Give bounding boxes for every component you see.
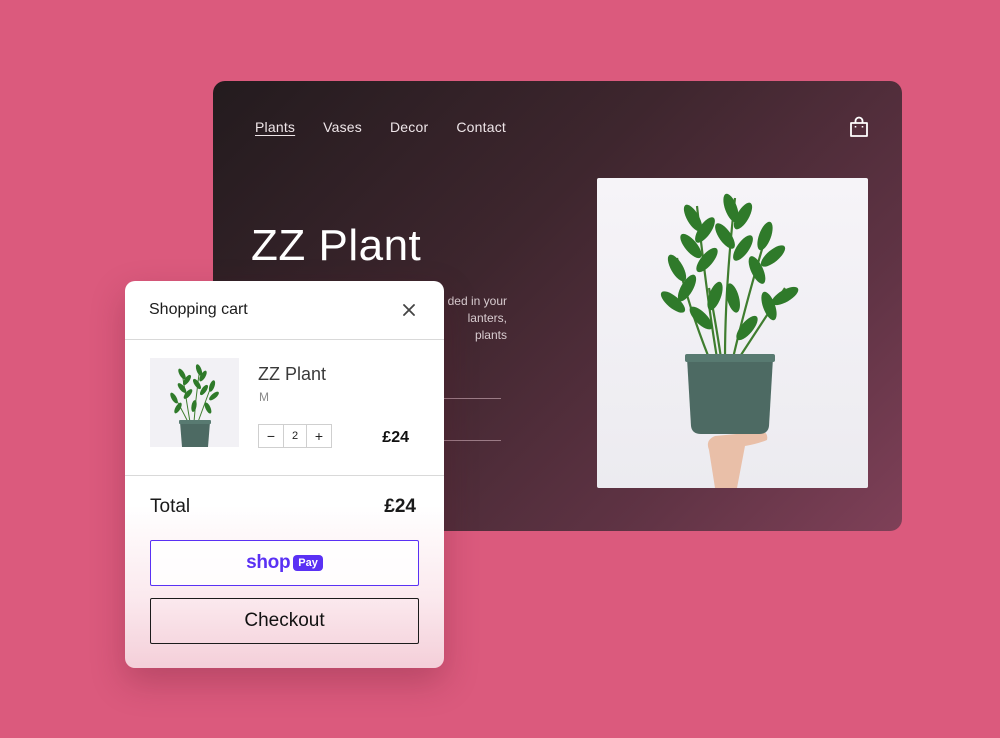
product-photo bbox=[597, 178, 868, 488]
cart-title: Shopping cart bbox=[149, 301, 248, 318]
cart-line-item: ZZ Plant M − 2 + £24 bbox=[125, 340, 444, 476]
quantity-value[interactable]: 2 bbox=[283, 425, 307, 447]
total-value: £24 bbox=[384, 496, 416, 517]
close-icon bbox=[403, 304, 415, 316]
total-label: Total bbox=[150, 496, 191, 517]
shopping-bag-icon[interactable] bbox=[849, 116, 869, 138]
product-thumbnail bbox=[150, 358, 239, 447]
nav-decor[interactable]: Decor bbox=[390, 119, 428, 135]
shop-pay-button[interactable]: shop Pay bbox=[150, 540, 419, 586]
total-row: Total £24 bbox=[125, 476, 444, 538]
main-nav: Plants Vases Decor Contact bbox=[255, 119, 506, 135]
shop-pay-logo-text: shop bbox=[246, 552, 291, 573]
item-price: £24 bbox=[382, 429, 409, 446]
close-button[interactable] bbox=[398, 299, 420, 321]
item-name: ZZ Plant bbox=[258, 364, 327, 384]
zz-plant-illustration bbox=[660, 193, 799, 488]
decrease-quantity-button[interactable]: − bbox=[259, 425, 283, 447]
shopping-cart-panel: Shopping cart ZZ Plant M − 2 + £24 Total… bbox=[125, 281, 444, 668]
item-variant: M bbox=[259, 390, 269, 404]
nav-plants[interactable]: Plants bbox=[255, 119, 295, 135]
checkout-button[interactable]: Checkout bbox=[150, 598, 419, 644]
hero-title: ZZ Plant bbox=[251, 221, 422, 270]
nav-contact[interactable]: Contact bbox=[456, 119, 506, 135]
increase-quantity-button[interactable]: + bbox=[307, 425, 331, 447]
cart-header: Shopping cart bbox=[125, 281, 444, 340]
shop-pay-badge: Pay bbox=[293, 555, 323, 571]
nav-vases[interactable]: Vases bbox=[323, 119, 362, 135]
quantity-stepper: − 2 + bbox=[258, 424, 332, 448]
